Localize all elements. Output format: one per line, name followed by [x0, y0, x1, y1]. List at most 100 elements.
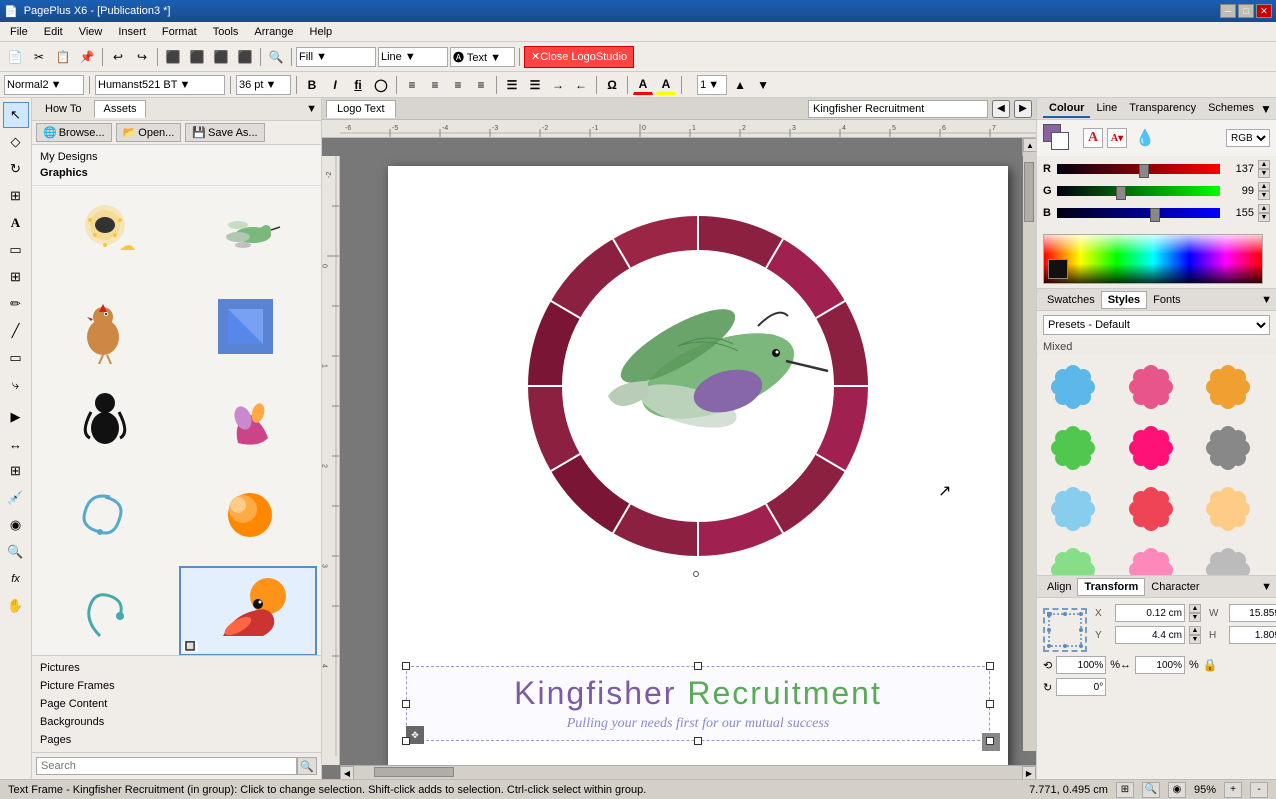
menu-insert[interactable]: Insert [110, 24, 154, 40]
h-input[interactable] [1229, 626, 1276, 644]
canvas-content[interactable]: Kingfisher Recruitment Pulling your need… [358, 156, 1036, 765]
handle-bc[interactable] [694, 737, 702, 745]
style-blue-flower[interactable] [1043, 359, 1103, 414]
bold-button[interactable]: B [302, 75, 322, 95]
highlight-button[interactable]: A [656, 75, 676, 95]
new-button[interactable]: 📄 [4, 46, 26, 68]
asset-stick-figure[interactable] [36, 378, 175, 468]
handle-bl[interactable] [402, 737, 410, 745]
redo-button[interactable]: ↪ [131, 46, 153, 68]
asset-small-swirl[interactable] [36, 566, 175, 655]
x-down-arrow[interactable]: ▼ [1189, 613, 1201, 622]
g-up-arrow[interactable]: ▲ [1258, 182, 1270, 191]
colour-tab[interactable]: Colour [1043, 100, 1090, 118]
horizontal-scrollbar[interactable]: ◀ ▶ [340, 765, 1036, 779]
align-justify-fmt-button[interactable]: ≡ [471, 75, 491, 95]
presets-select[interactable]: Presets - Default [1043, 315, 1270, 335]
asset-rooster[interactable] [36, 284, 175, 374]
styles-tab[interactable]: Styles [1101, 291, 1147, 309]
y-up-arrow[interactable]: ▲ [1189, 626, 1201, 635]
g-down-arrow[interactable]: ▼ [1258, 191, 1270, 200]
menu-help[interactable]: Help [302, 24, 341, 40]
style-green-flower[interactable] [1043, 420, 1103, 475]
effects-tool[interactable]: fx [3, 566, 29, 592]
panel-options-button[interactable]: ▼ [306, 103, 317, 115]
search-button[interactable]: 🔍 [297, 757, 317, 775]
r-slider[interactable] [1057, 164, 1220, 174]
swatches-tab[interactable]: Swatches [1041, 292, 1101, 308]
align-justify-button[interactable]: ⬛ [234, 46, 256, 68]
zoom-in-button[interactable]: 🔍 [265, 46, 287, 68]
cut-button[interactable]: ✂ [28, 46, 50, 68]
asset-hummingbird[interactable] [179, 190, 318, 280]
menu-file[interactable]: File [2, 24, 36, 40]
x-up-arrow[interactable]: ▲ [1189, 604, 1201, 613]
eyedropper-icon[interactable]: 💧 [1135, 128, 1155, 148]
zoom-out-status-button[interactable]: - [1250, 782, 1268, 798]
r-up-arrow[interactable]: ▲ [1258, 160, 1270, 169]
asset-bird1[interactable] [36, 190, 175, 280]
rotate-tool[interactable]: ↻ [3, 156, 29, 182]
y-down-arrow[interactable]: ▼ [1189, 635, 1201, 644]
style-lt-green-flower[interactable] [1043, 542, 1103, 575]
expand-tool[interactable]: ▶ [3, 404, 29, 430]
highlight-tool-btn[interactable]: A▾ [1107, 128, 1127, 148]
text-color-button[interactable]: A [633, 75, 653, 95]
text-frame[interactable]: Kingfisher Recruitment Pulling your need… [406, 666, 990, 741]
menu-edit[interactable]: Edit [36, 24, 71, 40]
page-up-button[interactable]: ▲ [730, 75, 750, 95]
asset-blue-shape[interactable] [179, 284, 318, 374]
copy-button[interactable]: 📋 [52, 46, 74, 68]
align-left-button[interactable]: ⬛ [162, 46, 184, 68]
maximize-button[interactable]: □ [1238, 4, 1254, 18]
status-btn3[interactable]: ◉ [1168, 782, 1186, 798]
b-up-arrow[interactable]: ▲ [1258, 204, 1270, 213]
scale-h-input[interactable] [1135, 656, 1185, 674]
canvas-prev-button[interactable]: ◀ [992, 100, 1010, 118]
connector-tool[interactable]: ⤷ [3, 372, 29, 398]
style-lt-pink-flower[interactable] [1121, 542, 1181, 575]
crop-tool[interactable]: ⊞ [3, 183, 29, 209]
zoom-tool[interactable]: 🔍 [3, 539, 29, 565]
font-dropdown[interactable]: Humanst521 BT▼ [95, 75, 225, 95]
underline-button[interactable]: fi [348, 75, 368, 95]
saveas-button[interactable]: 💾 Save As... [185, 123, 264, 142]
fonts-tab[interactable]: Fonts [1147, 292, 1187, 308]
text-color-tool-btn[interactable]: A [1083, 128, 1103, 148]
numbered-list-button[interactable]: ☰ [525, 75, 545, 95]
table-tool[interactable]: ⊞ [3, 264, 29, 290]
text-tool[interactable]: A [3, 210, 29, 236]
menu-format[interactable]: Format [154, 24, 205, 40]
page-down-button[interactable]: ▼ [753, 75, 773, 95]
style-orange-flower[interactable] [1198, 359, 1258, 414]
page-dropdown[interactable]: 1▼ [697, 75, 727, 95]
line-tab[interactable]: Line [1090, 100, 1123, 118]
style-hot-pink-flower[interactable] [1121, 420, 1181, 475]
line-tool[interactable]: ╱ [3, 318, 29, 344]
select-tool[interactable]: ↖ [3, 102, 29, 128]
transform-tab[interactable]: Transform [1077, 578, 1145, 596]
handle-tl[interactable] [402, 662, 410, 670]
style-gray-flower[interactable] [1198, 420, 1258, 475]
scale-w-input[interactable] [1056, 656, 1106, 674]
background-color-swatch[interactable] [1051, 132, 1069, 150]
frame-tool[interactable]: ▭ [3, 237, 29, 263]
draw-tool[interactable]: ✏ [3, 291, 29, 317]
style-lt-orange-flower[interactable] [1198, 481, 1258, 536]
vertical-scrollbar[interactable]: ▲ ▼ [1022, 138, 1036, 765]
style-ltblue-flower[interactable] [1043, 481, 1103, 536]
status-btn1[interactable]: ⊞ [1116, 782, 1134, 798]
zoom-in-status-button[interactable]: + [1224, 782, 1242, 798]
status-btn2[interactable]: 🔍 [1142, 782, 1160, 798]
outdent-button[interactable]: ← [571, 75, 591, 95]
menu-view[interactable]: View [71, 24, 111, 40]
pages-nav[interactable]: Pages [36, 732, 317, 748]
atc-options-button[interactable]: ▼ [1261, 581, 1272, 593]
color-panel-close[interactable]: ▼ [1260, 102, 1272, 116]
color-spectrum[interactable] [1043, 234, 1263, 284]
transparency-tab[interactable]: Transparency [1123, 100, 1202, 118]
asset-swirl[interactable] [36, 472, 175, 562]
color-mode-select[interactable]: RGB [1226, 129, 1270, 147]
fontsize-dropdown[interactable]: 36 pt▼ [236, 75, 291, 95]
open-button[interactable]: 📂 Open... [116, 123, 182, 142]
